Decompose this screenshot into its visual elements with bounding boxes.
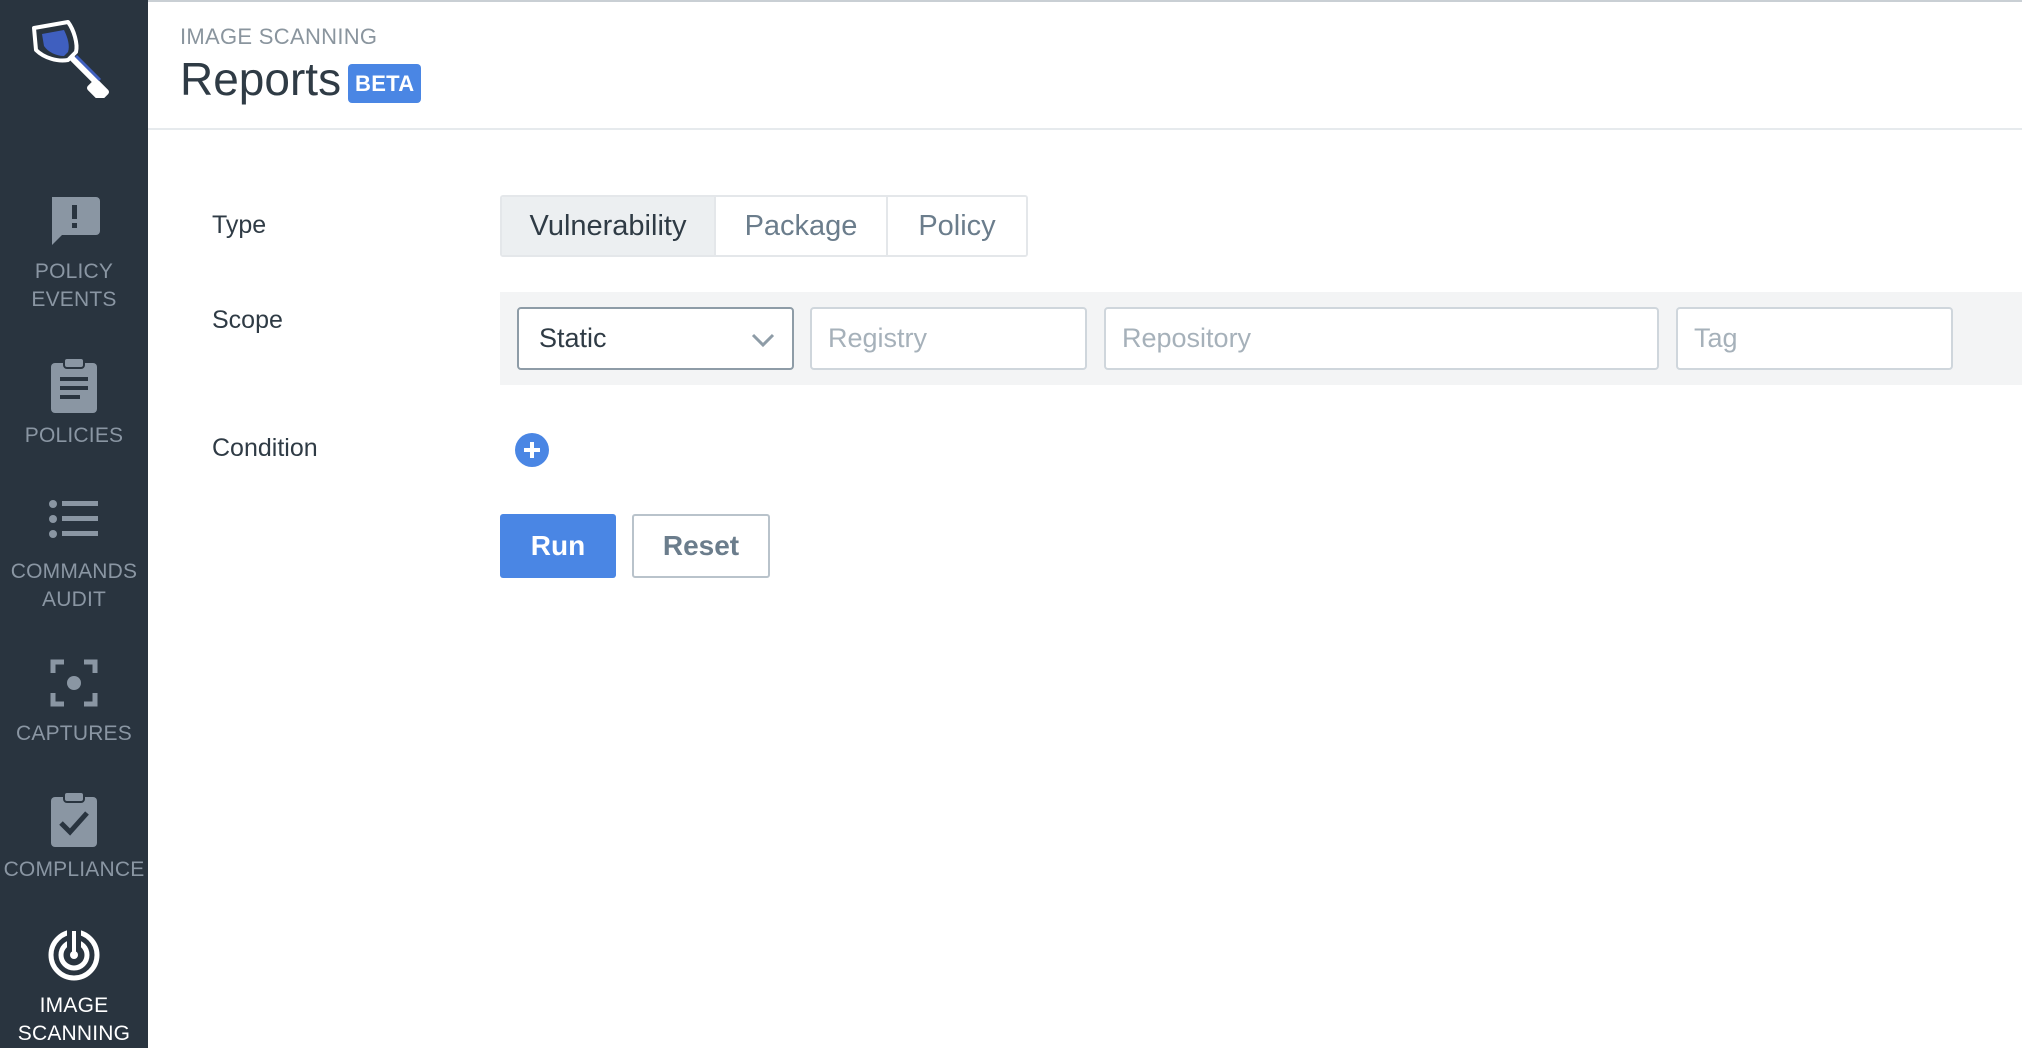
sidebar: POLICY EVENTS POLICIES COMMANDS AUDIT CA… (0, 0, 148, 1048)
scope-type-select[interactable]: Static (517, 307, 794, 370)
scope-panel: Static (500, 292, 2022, 385)
beta-badge: BETA (348, 64, 422, 103)
type-option-package[interactable]: Package (716, 197, 888, 255)
type-segmented-control: Vulnerability Package Policy (500, 195, 1028, 257)
nav-item-compliance[interactable]: COMPLIANCE (0, 788, 148, 884)
type-option-vulnerability[interactable]: Vulnerability (502, 197, 716, 255)
type-option-policy[interactable]: Policy (888, 197, 1026, 255)
nav-item-image-scanning[interactable]: IMAGE SCANNING (0, 924, 148, 1048)
reset-button[interactable]: Reset (632, 514, 770, 578)
nav-item-captures[interactable]: CAPTURES (0, 652, 148, 748)
shovel-logo-icon[interactable] (28, 18, 112, 101)
scope-type-value: Static (539, 323, 607, 353)
nav-label: CAPTURES (16, 722, 132, 745)
chevron-down-icon (751, 333, 775, 348)
type-label: Type (212, 211, 267, 239)
capture-focus-icon (43, 652, 105, 714)
nav-label: COMMANDS AUDIT (10, 560, 138, 611)
clipboard-check-icon (43, 788, 105, 850)
alert-message-icon (43, 190, 105, 252)
clipboard-icon (43, 354, 105, 416)
breadcrumb[interactable]: IMAGE SCANNING (180, 24, 377, 50)
plus-icon (524, 442, 540, 458)
nav-label: POLICIES (24, 424, 124, 447)
nav-label: POLICY EVENTS (31, 260, 117, 311)
tag-input[interactable] (1676, 307, 1953, 370)
page-title: Reports (180, 53, 342, 105)
run-button[interactable]: Run (500, 514, 616, 578)
repository-input[interactable] (1104, 307, 1659, 370)
nav-item-policy-events[interactable]: POLICY EVENTS (0, 190, 148, 314)
condition-label: Condition (212, 434, 318, 462)
registry-input[interactable] (810, 307, 1087, 370)
radar-icon (43, 924, 105, 986)
add-condition-button[interactable] (515, 433, 549, 467)
nav-item-policies[interactable]: POLICIES (0, 354, 148, 450)
nav-label: COMPLIANCE (3, 858, 145, 881)
list-icon (43, 490, 105, 552)
nav-label: IMAGE SCANNING (17, 994, 131, 1045)
scope-label: Scope (212, 306, 283, 334)
page-header: IMAGE SCANNING Reports BETA (148, 0, 2022, 130)
nav-item-commands-audit[interactable]: COMMANDS AUDIT (0, 490, 148, 614)
